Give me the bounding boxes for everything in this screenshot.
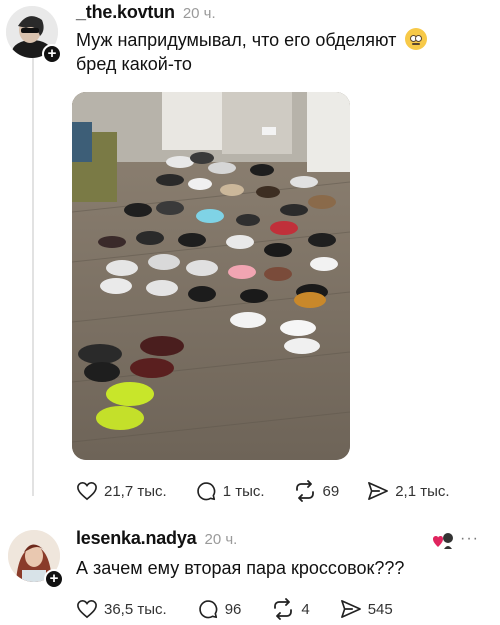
like-count: 21,7 тыс. [104,482,167,500]
repost-arrows-icon [274,598,293,620]
post-text-line: бред какой-то [76,54,192,74]
follow-plus-icon[interactable]: + [44,569,64,589]
username[interactable]: _the.kovtun [76,2,175,23]
post-photo[interactable] [72,92,350,460]
post-actions: 36,5 тыс. 96 4 545 [76,598,423,620]
share-button[interactable]: 545 [340,599,393,619]
heart-outline-icon [77,481,97,501]
repost-arrows-icon [295,480,314,502]
more-dots-icon[interactable]: ··· [460,530,479,548]
heart-outline-icon [77,599,97,619]
share-button[interactable]: 2,1 тыс. [367,481,450,501]
share-count: 545 [367,600,393,618]
reply-reactions: ··· [432,530,479,549]
like-count: 36,5 тыс. [104,600,167,618]
like-button[interactable]: 36,5 тыс. [76,599,167,619]
post-text-line: Муж напридумывал, что его обделяют [76,30,397,50]
like-button[interactable]: 21,7 тыс. [76,481,167,501]
post-text: А зачем ему вторая пара кроссовок??? [76,558,405,578]
share-count: 2,1 тыс. [395,482,450,500]
comment-count: 1 тыс. [222,482,265,500]
repost-button[interactable]: 69 [293,480,340,502]
shoes-on-floor-image [72,92,350,460]
post-text: Муж напридумывал, что его обделяют бред … [76,28,486,76]
comment-count: 96 [224,600,242,618]
post-header: lesenka.nadya 20 ч. [76,528,237,549]
comment-button[interactable]: 1 тыс. [195,480,265,502]
comment-button[interactable]: 96 [197,598,242,620]
timestamp: 20 ч. [204,531,238,548]
author-liked-icon [432,531,453,549]
thread-line [32,56,34,496]
follow-plus-icon[interactable]: + [42,44,62,64]
repost-button[interactable]: 4 [271,598,310,620]
send-icon [340,600,361,618]
post-actions: 21,7 тыс. 1 тыс. 69 2,1 тыс. [76,480,478,502]
comment-bubble-icon [196,482,216,501]
comment-bubble-icon [198,600,218,619]
post-header: _the.kovtun 20 ч. [76,2,216,23]
repost-count: 69 [322,482,340,500]
rolling-eyes-emoji-icon [405,28,428,50]
username[interactable]: lesenka.nadya [76,528,197,549]
send-icon [368,482,389,500]
repost-count: 4 [301,600,310,618]
timestamp: 20 ч. [182,5,216,22]
